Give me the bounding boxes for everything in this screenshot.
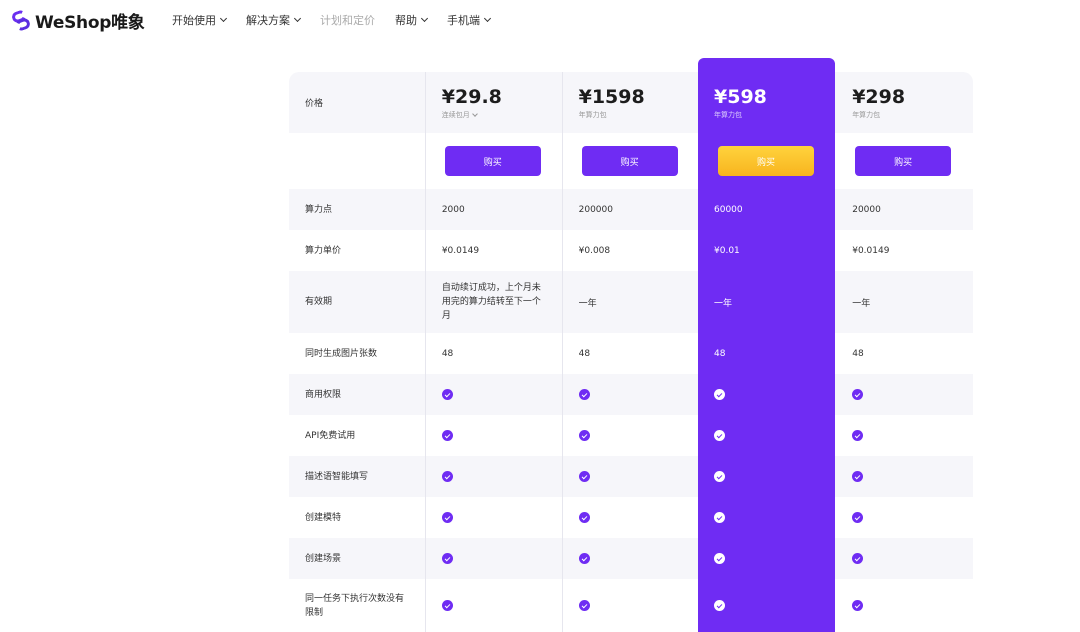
chevron-down-icon	[420, 14, 429, 23]
cell-value: ¥0.008	[578, 245, 611, 256]
chevron-down-icon	[219, 14, 228, 23]
row-label: 商用权限	[305, 389, 342, 400]
row-label: 算力点	[305, 204, 333, 215]
check-icon	[441, 512, 453, 523]
buy-button[interactable]: 购买	[444, 146, 541, 176]
row-label: 创建场景	[305, 553, 342, 564]
table-row: API免费试用	[289, 415, 973, 456]
main-nav: 开始使用 解决方案 计划和定价 帮助 手机端	[172, 12, 510, 28]
check-icon	[441, 471, 453, 482]
plan-sub: 年算力包	[852, 110, 881, 119]
check-icon	[441, 389, 453, 400]
plan-sub: 年算力包	[578, 110, 607, 119]
weshop-logo[interactable]: WeShop唯象	[10, 8, 145, 33]
check-icon	[852, 471, 864, 482]
chevron-down-icon	[483, 14, 492, 23]
logo-icon	[10, 8, 32, 32]
cell-value: 200000	[578, 204, 613, 215]
cell-value: 2000	[441, 204, 465, 215]
buy-button[interactable]: 购买	[581, 146, 678, 176]
check-icon	[714, 471, 725, 482]
check-icon	[714, 389, 725, 400]
check-icon	[578, 553, 590, 564]
plan-price: ¥29.8	[441, 85, 502, 108]
check-icon	[714, 512, 725, 523]
cell-value: ¥0.01	[714, 245, 740, 256]
cell-value: 20000	[852, 204, 881, 215]
nav-item-help[interactable]: 帮助	[395, 12, 429, 28]
cell-value: ¥0.0149	[441, 245, 480, 256]
check-icon	[852, 389, 864, 400]
row-label: 描述语智能填写	[305, 471, 369, 482]
plan-price: ¥598	[714, 85, 767, 108]
price-row: 价格 ¥29.8 连续包月 ¥1598 年算力包 ¥298 年算力包	[289, 72, 973, 133]
check-icon	[441, 600, 453, 611]
table-row: 算力单价 ¥0.0149 ¥0.008 ¥0.0149	[289, 230, 973, 271]
check-icon	[852, 430, 864, 441]
check-icon	[714, 553, 725, 564]
table-row: 同时生成图片张数 48 48 48	[289, 333, 973, 374]
cell-value: 一年	[714, 298, 733, 309]
table-row: 算力点 2000 200000 20000	[289, 189, 973, 230]
check-icon	[578, 512, 590, 523]
nav-item-getting-started[interactable]: 开始使用	[172, 12, 228, 28]
chevron-down-icon	[471, 110, 478, 117]
row-label: 算力单价	[305, 245, 342, 256]
table-row: 创建场景	[289, 538, 973, 579]
check-icon	[578, 389, 590, 400]
check-icon	[852, 600, 864, 611]
table-row: 商用权限	[289, 374, 973, 415]
top-nav-bar: WeShop唯象 开始使用 解决方案 计划和定价 帮助 手机端	[0, 0, 1080, 40]
plan-price: ¥298	[852, 85, 906, 108]
plan-billing-select[interactable]: 连续包月	[442, 110, 478, 120]
row-label: API免费试用	[305, 430, 356, 441]
logo-text: WeShop唯象	[35, 13, 145, 33]
check-icon	[441, 430, 453, 441]
cell-value: 48	[578, 348, 591, 359]
column-divider	[562, 72, 563, 632]
check-icon	[578, 600, 590, 611]
check-icon	[578, 471, 590, 482]
table-row: 同一任务下执行次数没有限制	[289, 579, 973, 632]
row-label: 有效期	[305, 297, 333, 307]
cell-value: ¥0.0149	[852, 245, 890, 256]
buy-button-featured[interactable]: 购买	[718, 146, 814, 176]
cell-value: 48	[714, 348, 726, 359]
cell-value: 一年	[852, 298, 871, 309]
row-label: 同一任务下执行次数没有限制	[305, 593, 405, 618]
chevron-down-icon	[293, 14, 302, 23]
column-divider	[425, 72, 426, 632]
check-icon	[714, 430, 725, 441]
cell-value: 48	[852, 348, 864, 359]
buy-row: 购买 购买 购买	[289, 133, 973, 189]
nav-item-mobile[interactable]: 手机端	[447, 12, 492, 28]
row-label: 同时生成图片张数	[305, 348, 378, 359]
table-row: 描述语智能填写	[289, 456, 973, 497]
nav-item-pricing[interactable]: 计划和定价	[320, 12, 375, 28]
row-label: 创建模特	[305, 512, 342, 523]
cell-value: 自动续订成功，上个月未用完的算力结转至下一个月	[441, 283, 541, 321]
nav-item-solutions[interactable]: 解决方案	[246, 12, 302, 28]
check-icon	[714, 600, 725, 611]
check-icon	[852, 512, 864, 523]
pricing-table: 价格 ¥29.8 连续包月 ¥1598 年算力包 ¥298 年算力包 购买 购买…	[289, 72, 973, 632]
check-icon	[852, 553, 864, 564]
cell-value: 48	[441, 348, 454, 359]
check-icon	[578, 430, 590, 441]
cell-value: 60000	[714, 204, 743, 215]
table-row: 创建模特	[289, 497, 973, 538]
check-icon	[441, 553, 453, 564]
table-row: 有效期 自动续订成功，上个月未用完的算力结转至下一个月 一年 一年	[289, 271, 973, 333]
plan-sub: 年算力包	[714, 110, 742, 119]
buy-button[interactable]: 购买	[855, 146, 952, 176]
cell-value: 一年	[578, 298, 597, 309]
row-label: 价格	[305, 99, 324, 109]
plan-price: ¥1598	[578, 85, 645, 108]
